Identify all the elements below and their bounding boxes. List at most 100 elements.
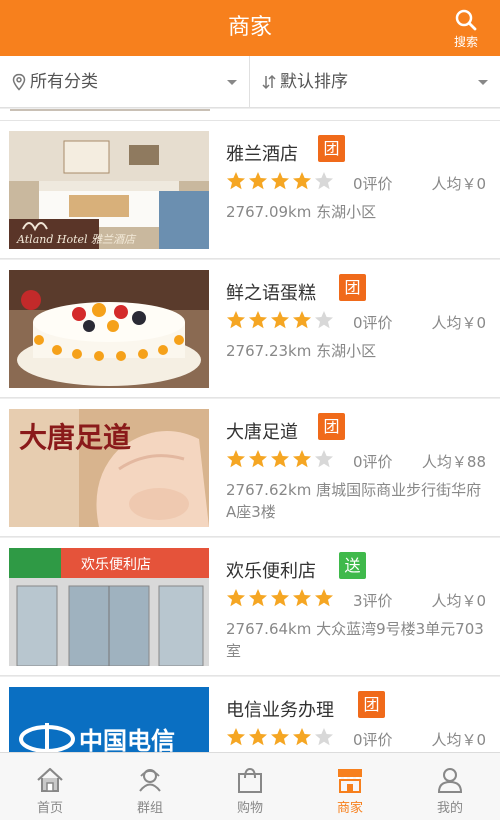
- merchant-thumbnail-telecom: 中国电信: [9, 687, 209, 752]
- bottom-tab-bar: 首页 群组 购物 商家 我的: [0, 752, 500, 820]
- star-filled-icon: [293, 450, 311, 468]
- rating-stars: [226, 588, 336, 610]
- star-filled-icon: [249, 589, 267, 607]
- star-empty-icon: [315, 311, 333, 329]
- star-filled-icon: [293, 589, 311, 607]
- tab-label: 首页: [36, 801, 63, 816]
- average-price: 人均￥88: [421, 453, 486, 471]
- tab-label: 购物: [236, 801, 263, 816]
- star-empty-icon: [315, 728, 333, 746]
- delivery-badge: 送: [339, 552, 366, 579]
- star-filled-icon: [249, 172, 267, 190]
- merchant-thumbnail-cake: [9, 270, 209, 388]
- merchant-list[interactable]: Atland Hotel 雅兰酒店 雅兰酒店 团 0评价 人均￥0 2767.0…: [0, 109, 500, 752]
- rating-stars: [226, 310, 336, 332]
- review-count: 0评价: [353, 314, 393, 332]
- star-filled-icon: [271, 172, 289, 190]
- chevron-down-icon: [227, 80, 237, 85]
- app-header: 商家 搜索: [0, 0, 500, 56]
- tab-home[interactable]: 首页: [0, 753, 100, 820]
- review-count: 0评价: [353, 453, 393, 471]
- star-filled-icon: [271, 450, 289, 468]
- merchant-item[interactable]: 欢乐便利店 欢乐便利店 送 3评价 人均￥0 2767.64km 大众蓝湾9号楼…: [0, 538, 500, 676]
- tab-shopping[interactable]: 购物: [200, 753, 300, 820]
- tab-label: 我的: [436, 801, 463, 816]
- star-filled-icon: [315, 589, 333, 607]
- star-filled-icon: [271, 728, 289, 746]
- merchant-address: 2767.64km 大众蓝湾9号楼3单元703室: [226, 620, 484, 660]
- merchant-name: 欢乐便利店: [226, 561, 316, 582]
- group-buy-badge: 团: [358, 691, 385, 718]
- star-empty-icon: [315, 172, 333, 190]
- average-price: 人均￥0: [431, 175, 486, 193]
- merchant-address: 2767.09km 东湖小区: [226, 203, 377, 221]
- foot-massage-image-text: 大唐足道: [19, 421, 131, 454]
- profile-icon: [437, 768, 463, 793]
- star-filled-icon: [293, 172, 311, 190]
- tab-profile[interactable]: 我的: [400, 753, 500, 820]
- telecom-image-text: 中国电信: [79, 727, 175, 752]
- merchant-address: 2767.62km 唐城国际商业步行街华府A座3楼: [226, 481, 482, 521]
- rating-stars: [226, 727, 336, 749]
- merchant-thumbnail-convenience-store: 欢乐便利店: [9, 548, 209, 666]
- star-filled-icon: [249, 450, 267, 468]
- merchant-name: 雅兰酒店: [226, 144, 298, 165]
- star-filled-icon: [227, 589, 245, 607]
- rating-stars: [226, 171, 336, 193]
- star-filled-icon: [227, 172, 245, 190]
- review-count: 3评价: [353, 592, 393, 610]
- merchant-item[interactable]: Atland Hotel 雅兰酒店 雅兰酒店 团 0评价 人均￥0 2767.0…: [0, 121, 500, 259]
- star-filled-icon: [227, 450, 245, 468]
- hotel-image-text: Atland Hotel 雅兰酒店: [16, 233, 137, 246]
- group-icon: [139, 769, 161, 792]
- merchant-thumbnail-hotel: Atland Hotel 雅兰酒店: [9, 131, 209, 249]
- rating-stars: [226, 449, 336, 471]
- merchant-item[interactable]: 大唐足道 大唐足道 团 0评价 人均￥88 2767.62km 唐城国际商业步行…: [0, 399, 500, 537]
- star-filled-icon: [227, 728, 245, 746]
- review-count: 0评价: [353, 175, 393, 193]
- average-price: 人均￥0: [431, 592, 486, 610]
- merchant-item[interactable]: 中国电信 电信业务办理 团 0评价 人均￥0: [0, 677, 500, 752]
- group-buy-badge: 团: [318, 135, 345, 162]
- shopping-bag-icon: [238, 767, 262, 793]
- tab-label: 商家: [336, 801, 363, 816]
- star-filled-icon: [249, 311, 267, 329]
- store-sign-text: 欢乐便利店: [81, 557, 151, 573]
- star-filled-icon: [293, 728, 311, 746]
- chevron-down-icon: [478, 80, 488, 85]
- group-buy-badge: 团: [318, 413, 345, 440]
- merchant-name: 大唐足道: [226, 422, 298, 443]
- star-empty-icon: [315, 450, 333, 468]
- star-filled-icon: [227, 311, 245, 329]
- group-buy-badge: 团: [339, 274, 366, 301]
- sort-filter-label: 默认排序: [280, 72, 348, 92]
- sort-icon: [262, 74, 276, 90]
- search-label: 搜索: [453, 35, 478, 49]
- star-filled-icon: [271, 311, 289, 329]
- shop-icon: [338, 769, 362, 793]
- average-price: 人均￥0: [431, 731, 486, 749]
- list-item-partial: [0, 109, 500, 121]
- merchant-address: 2767.23km 东湖小区: [226, 342, 377, 360]
- merchant-item[interactable]: 鲜之语蛋糕 团 0评价 人均￥0 2767.23km 东湖小区: [0, 260, 500, 398]
- home-icon: [37, 767, 63, 792]
- sort-filter-dropdown[interactable]: 默认排序: [250, 56, 500, 108]
- page-title: 商家: [227, 15, 272, 40]
- tab-group[interactable]: 群组: [100, 753, 200, 820]
- category-filter-dropdown[interactable]: 所有分类: [0, 56, 250, 108]
- merchant-thumbnail-foot-massage: 大唐足道: [9, 409, 209, 527]
- star-filled-icon: [293, 311, 311, 329]
- star-filled-icon: [271, 589, 289, 607]
- merchant-name: 鲜之语蛋糕: [226, 283, 316, 304]
- location-pin-icon: [12, 73, 26, 91]
- tab-label: 群组: [136, 801, 163, 816]
- filter-bar: 所有分类 默认排序: [0, 56, 500, 108]
- star-filled-icon: [249, 728, 267, 746]
- average-price: 人均￥0: [431, 314, 486, 332]
- category-filter-label: 所有分类: [30, 72, 98, 92]
- search-icon: [455, 9, 477, 31]
- search-button[interactable]: 搜索: [444, 8, 488, 52]
- tab-shop[interactable]: 商家: [300, 753, 400, 820]
- merchant-name: 电信业务办理: [226, 700, 334, 721]
- review-count: 0评价: [353, 731, 393, 749]
